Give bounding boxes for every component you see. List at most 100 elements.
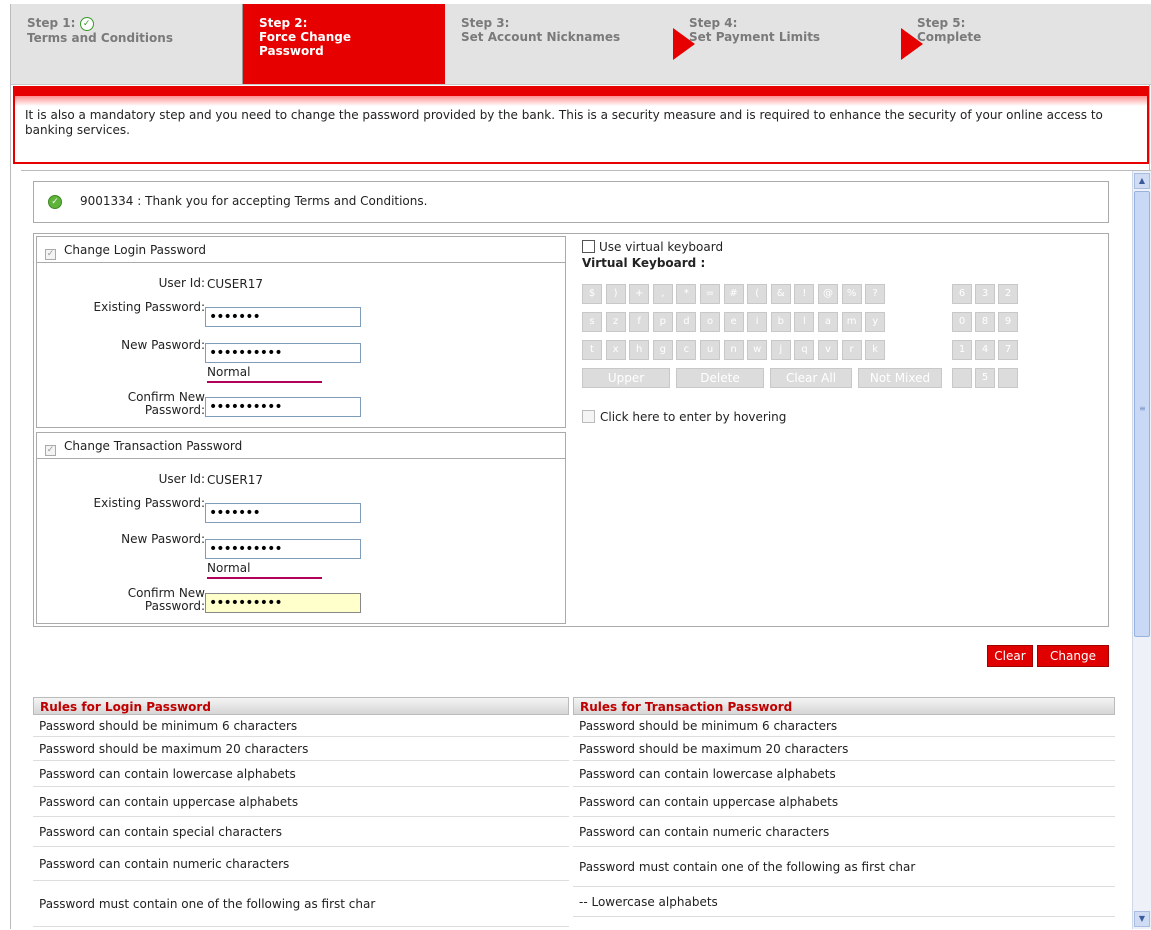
vk-key[interactable]: @ — [818, 284, 838, 304]
password-form: ✓ Change Login Password User Id: CUSER17 … — [33, 233, 1109, 627]
vk-key[interactable]: f — [629, 312, 650, 332]
vk-numpad-key[interactable] — [998, 368, 1018, 388]
vk-button-0[interactable]: Upper — [582, 368, 670, 388]
login-panel-title: Change Login Password — [64, 243, 206, 257]
vk-numpad-key[interactable] — [952, 368, 972, 388]
vk-key[interactable]: ? — [865, 284, 886, 304]
vk-key[interactable]: n — [723, 340, 744, 360]
vk-button-2[interactable]: Clear All — [770, 368, 852, 388]
vk-key[interactable]: t — [582, 340, 602, 360]
vk-numpad-key[interactable]: 4 — [975, 340, 995, 360]
vk-key[interactable]: & — [770, 284, 791, 304]
vk-key[interactable]: ! — [794, 284, 815, 304]
vk-key[interactable]: l — [794, 312, 815, 332]
page-wrapper: Step 1: ✓ Terms and Conditions Step 2: F… — [10, 4, 1151, 929]
vk-key[interactable]: b — [770, 312, 791, 332]
rule-item: Password should be maximum 20 characters — [573, 737, 1115, 761]
vk-button-1[interactable]: Delete — [676, 368, 764, 388]
login-password-rules: Rules for Login Password Password should… — [33, 697, 569, 927]
vk-key[interactable]: z — [605, 312, 626, 332]
vk-key[interactable]: , — [652, 284, 673, 304]
virtual-keyboard-checkbox[interactable] — [582, 240, 595, 253]
transaction-password-panel: ✓ Change Transaction Password User Id: CU… — [36, 432, 566, 624]
vk-key[interactable]: e — [723, 312, 744, 332]
transaction-new-password-input[interactable]: •••••••••• — [205, 539, 361, 559]
login-password-checkbox[interactable]: ✓ — [45, 249, 56, 260]
change-button[interactable]: Change — [1037, 645, 1109, 667]
vk-key[interactable]: o — [700, 312, 720, 332]
vk-key[interactable]: h — [629, 340, 650, 360]
rule-item: -- Lowercase alphabets — [573, 887, 1115, 917]
rule-item: Password can contain lowercase alphabets — [573, 761, 1115, 787]
hover-entry-label: Click here to enter by hovering — [600, 410, 787, 424]
vk-key[interactable]: # — [723, 284, 744, 304]
transaction-existing-password-input[interactable]: ••••••• — [205, 503, 361, 523]
vk-numpad-key[interactable]: 1 — [952, 340, 972, 360]
vk-key[interactable]: y — [865, 312, 886, 332]
vk-key[interactable]: a — [818, 312, 838, 332]
scroll-up-icon[interactable]: ▲ — [1134, 173, 1150, 189]
vk-key[interactable]: j — [770, 340, 791, 360]
vk-key[interactable]: x — [605, 340, 626, 360]
vk-key[interactable]: p — [652, 312, 673, 332]
transaction-password-rules: Rules for Transaction Password Password … — [573, 697, 1115, 917]
vk-numpad-key[interactable]: 6 — [952, 284, 972, 304]
rule-item: Password must contain one of the followi… — [573, 847, 1115, 887]
check-circle-icon: ✓ — [79, 16, 94, 31]
vk-numpad-key[interactable]: 7 — [998, 340, 1018, 360]
vk-key[interactable]: ) — [605, 284, 626, 304]
vk-key[interactable]: m — [841, 312, 862, 332]
login-strength-bar — [207, 381, 322, 383]
vk-key[interactable]: c — [676, 340, 697, 360]
transaction-confirm-label-1: Confirm New — [127, 586, 205, 600]
login-new-password-input[interactable]: •••••••••• — [205, 343, 361, 363]
vk-key[interactable]: + — [629, 284, 650, 304]
content-frame: ✓ 9001334 : Thank you for accepting Term… — [21, 170, 1151, 929]
step-1-number: Step 1: — [27, 16, 76, 30]
rule-item: Password can contain numeric characters — [573, 817, 1115, 847]
scroll-down-icon[interactable]: ▼ — [1134, 911, 1150, 927]
vk-key[interactable]: u — [700, 340, 720, 360]
vk-key[interactable]: g — [652, 340, 673, 360]
vk-key[interactable]: $ — [582, 284, 602, 304]
banner-text: It is also a mandatory step and you need… — [25, 108, 1103, 137]
login-new-label: New Pasword: — [121, 338, 205, 352]
vk-button-3[interactable]: Not Mixed — [858, 368, 942, 388]
vk-key[interactable]: i — [747, 312, 768, 332]
info-banner: It is also a mandatory step and you need… — [13, 86, 1149, 164]
transaction-password-checkbox[interactable]: ✓ — [45, 445, 56, 456]
vk-key[interactable]: d — [676, 312, 697, 332]
rule-item: Password can contain uppercase alphabets — [33, 787, 569, 817]
step-2-number: Step 2: — [259, 16, 308, 30]
vk-key[interactable]: = — [700, 284, 720, 304]
vertical-scrollbar[interactable]: ▲ ≡ ▼ — [1132, 171, 1151, 929]
login-confirm-password-input[interactable]: •••••••••• — [205, 397, 361, 417]
vk-key[interactable]: r — [841, 340, 862, 360]
rule-item: Password can contain uppercase alphabets — [573, 787, 1115, 817]
vk-key[interactable]: s — [582, 312, 602, 332]
step-1[interactable]: Step 1: ✓ Terms and Conditions — [11, 4, 243, 84]
login-existing-password-input[interactable]: ••••••• — [205, 307, 361, 327]
vk-numpad-key[interactable]: 0 — [952, 312, 972, 332]
vk-numpad-key[interactable]: 8 — [975, 312, 995, 332]
clear-button[interactable]: Clear — [987, 645, 1033, 667]
transaction-confirm-password-input[interactable]: •••••••••• — [205, 593, 361, 613]
vk-key[interactable]: ( — [747, 284, 768, 304]
vk-key[interactable]: v — [818, 340, 838, 360]
transaction-strength-label: Normal — [207, 561, 251, 575]
vk-key[interactable]: q — [794, 340, 815, 360]
hover-entry-checkbox[interactable] — [582, 410, 595, 423]
step-3: Step 3: Set Account Nicknames — [445, 4, 673, 84]
vk-key[interactable]: * — [676, 284, 697, 304]
vk-numpad-key[interactable]: 9 — [998, 312, 1018, 332]
vk-key[interactable]: % — [841, 284, 862, 304]
vk-numpad-key[interactable]: 3 — [975, 284, 995, 304]
login-user-id: CUSER17 — [207, 277, 263, 291]
vk-key[interactable]: k — [865, 340, 886, 360]
step-arrow-icon — [901, 28, 923, 60]
step-3-number: Step 3: — [461, 16, 510, 30]
vk-key[interactable]: w — [747, 340, 768, 360]
vk-numpad-key[interactable]: 5 — [975, 368, 995, 388]
scrollbar-thumb[interactable]: ≡ — [1134, 191, 1150, 637]
vk-numpad-key[interactable]: 2 — [998, 284, 1018, 304]
